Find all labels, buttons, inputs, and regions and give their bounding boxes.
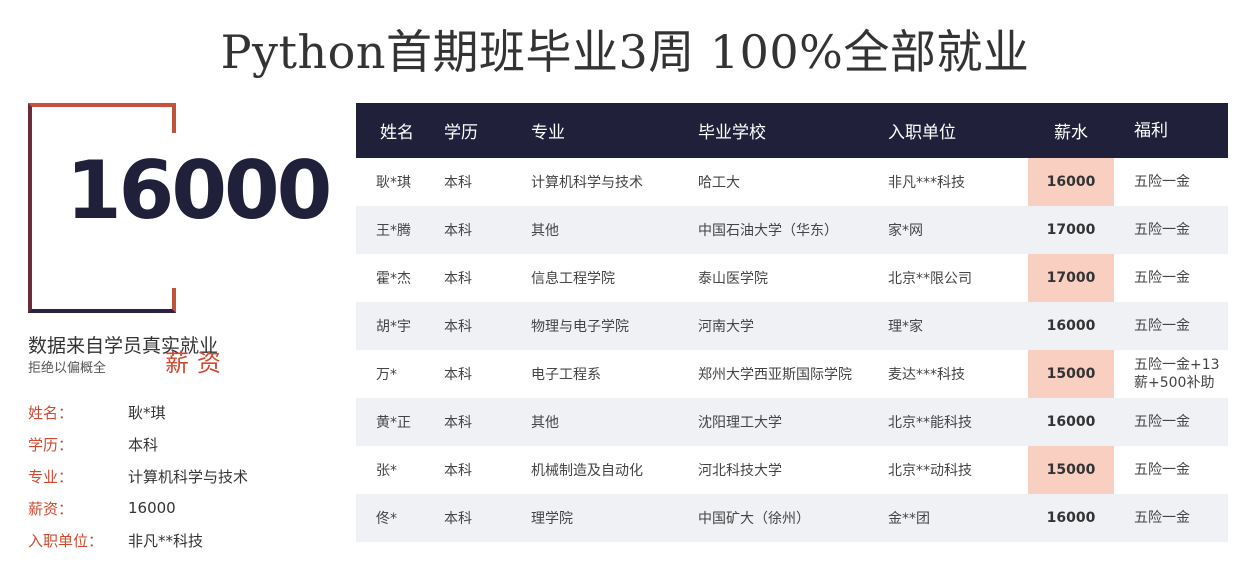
cell-salary: 17000: [1046, 222, 1096, 238]
table-row: 黄*正 本科 其他 沈阳理工大学 北京**能科技 16000 五险一金: [356, 398, 1228, 446]
cell-school: 郑州大学西亚斯国际学院: [698, 367, 852, 383]
featured-company-value: 非凡**科技: [128, 531, 204, 550]
cell-benefit: 五险一金: [1134, 222, 1190, 238]
table-row: 胡*宇 本科 物理与电子学院 河南大学 理*家 16000 五险一金: [356, 302, 1228, 350]
cell-benefit: 五险一金: [1134, 414, 1190, 430]
cell-major: 理学院: [531, 511, 573, 527]
cell-company: 北京**限公司: [888, 271, 972, 287]
featured-salary-key: 薪资：: [28, 499, 74, 518]
cell-name: 张*: [376, 463, 397, 479]
cell-salary: 16000: [1046, 174, 1096, 190]
cell-name: 佟*: [376, 511, 397, 527]
cell-salary: 16000: [1046, 510, 1096, 526]
cell-benefit: 五险一金: [1134, 174, 1190, 190]
cell-major: 其他: [531, 223, 559, 239]
featured-name-key: 姓名：: [28, 403, 74, 422]
employment-table: 姓名 学历 专业 毕业学校 入职单位 薪水 福利 耿*琪 本科 计算机科学与技术…: [356, 103, 1228, 542]
table-row: 佟* 本科 理学院 中国矿大（徐州） 金**团 16000 五险一金: [356, 494, 1228, 542]
cell-edu: 本科: [444, 511, 472, 527]
cell-school: 河南大学: [698, 319, 754, 335]
cell-edu: 本科: [444, 223, 472, 239]
card-salary-value: 16000: [66, 144, 332, 237]
cell-name: 胡*宇: [376, 319, 411, 335]
cell-major: 物理与电子学院: [531, 319, 629, 335]
cell-benefit: 五险一金: [1134, 510, 1190, 526]
cell-major: 机械制造及自动化: [531, 463, 643, 479]
page-headline: Python首期班毕业3周 100%全部就业: [220, 25, 1030, 79]
cell-benefit: 五险一金+13 薪+500补助: [1134, 356, 1220, 392]
cell-name: 黄*正: [376, 415, 411, 431]
cell-edu: 本科: [444, 415, 472, 431]
cell-company: 北京**动科技: [888, 463, 972, 479]
cell-school: 沈阳理工大学: [698, 415, 782, 431]
cell-benefit: 五险一金: [1134, 270, 1190, 286]
cell-edu: 本科: [444, 367, 472, 383]
featured-salary-value: 16000: [128, 499, 176, 517]
table-row: 张* 本科 机械制造及自动化 河北科技大学 北京**动科技 15000 五险一金: [356, 446, 1228, 494]
header-school: 毕业学校: [698, 123, 766, 143]
featured-salary-row: 薪资： 16000: [28, 492, 328, 524]
header-edu: 学历: [444, 123, 478, 143]
cell-name: 耿*琪: [376, 175, 411, 191]
cell-salary: 17000: [1046, 270, 1096, 286]
featured-name-row: 姓名： 耿*琪: [28, 396, 328, 428]
cell-name: 霍*杰: [376, 271, 411, 287]
cell-benefit: 五险一金: [1134, 318, 1190, 334]
header-name: 姓名: [380, 123, 414, 143]
table-row: 霍*杰 本科 信息工程学院 泰山医学院 北京**限公司 17000 五险一金: [356, 254, 1228, 302]
featured-company-row: 入职单位： 非凡**科技: [28, 524, 328, 556]
cell-edu: 本科: [444, 271, 472, 287]
cell-benefit: 五险一金: [1134, 462, 1190, 478]
cell-salary: 15000: [1046, 462, 1096, 478]
cell-edu: 本科: [444, 319, 472, 335]
cell-edu: 本科: [444, 463, 472, 479]
cell-name: 王*腾: [376, 223, 411, 239]
cell-company: 北京**能科技: [888, 415, 972, 431]
cell-school: 泰山医学院: [698, 271, 768, 287]
cell-company: 非凡***科技: [888, 175, 965, 191]
cell-salary: 16000: [1046, 318, 1096, 334]
cell-edu: 本科: [444, 175, 472, 191]
cell-school: 哈工大: [698, 175, 740, 191]
featured-edu-value: 本科: [128, 435, 159, 454]
cell-salary: 16000: [1046, 414, 1096, 430]
cell-name: 万*: [376, 367, 397, 383]
cell-company: 麦达***科技: [888, 367, 965, 383]
featured-major-key: 专业：: [28, 467, 74, 486]
cell-salary: 15000: [1046, 366, 1096, 382]
table-row: 万* 本科 电子工程系 郑州大学西亚斯国际学院 麦达***科技 15000 五险…: [356, 350, 1228, 398]
cell-major: 电子工程系: [531, 367, 601, 383]
source-subtitle: 拒绝以偏概全: [28, 361, 107, 376]
salary-card: 16000: [28, 103, 332, 313]
cell-school: 中国矿大（徐州）: [698, 511, 810, 527]
featured-company-key: 入职单位：: [28, 531, 104, 550]
cell-school: 中国石油大学（华东）: [698, 223, 838, 239]
featured-edu-row: 学历： 本科: [28, 428, 328, 460]
cell-company: 金**团: [888, 511, 930, 527]
cell-benefit-line2: 薪+500补助: [1134, 375, 1215, 391]
cell-major: 计算机科学与技术: [531, 175, 643, 191]
featured-major-row: 专业： 计算机科学与技术: [28, 460, 328, 492]
card-salary-word: 薪资: [165, 349, 229, 377]
table-row: 王*腾 本科 其他 中国石油大学（华东） 家*网 17000 五险一金: [356, 206, 1228, 254]
cell-company: 理*家: [888, 319, 923, 335]
cell-benefit-line1: 五险一金+13: [1134, 357, 1220, 373]
table-header: 姓名 学历 专业 毕业学校 入职单位 薪水 福利: [356, 103, 1228, 158]
cell-major: 信息工程学院: [531, 271, 615, 287]
featured-name-value: 耿*琪: [128, 403, 166, 422]
cell-company: 家*网: [888, 223, 923, 239]
header-benefit: 福利: [1134, 120, 1168, 141]
featured-edu-key: 学历：: [28, 435, 74, 454]
header-major: 专业: [531, 123, 565, 143]
featured-info: 姓名： 耿*琪 学历： 本科 专业： 计算机科学与技术 薪资： 16000 入职…: [28, 396, 328, 556]
table-row: 耿*琪 本科 计算机科学与技术 哈工大 非凡***科技 16000 五险一金: [356, 158, 1228, 206]
header-company: 入职单位: [888, 123, 956, 143]
cell-major: 其他: [531, 415, 559, 431]
header-salary: 薪水: [1054, 123, 1088, 143]
featured-major-value: 计算机科学与技术: [128, 467, 249, 486]
cell-school: 河北科技大学: [698, 463, 782, 479]
